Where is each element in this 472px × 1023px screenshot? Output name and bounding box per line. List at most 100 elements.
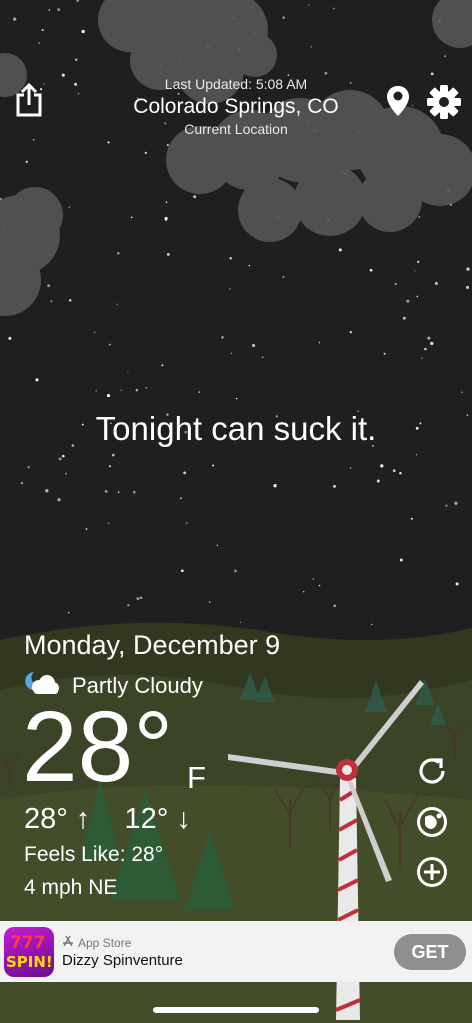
star [312, 578, 315, 580]
star [418, 216, 421, 218]
ad-get-button[interactable]: GET [394, 934, 466, 970]
star [333, 604, 336, 608]
star [112, 453, 115, 457]
home-indicator[interactable] [153, 1007, 319, 1013]
star [93, 331, 96, 334]
star [27, 466, 30, 469]
star [117, 491, 120, 494]
star [454, 501, 458, 505]
wind-speed: 4 mph NE [24, 876, 118, 899]
star [410, 517, 413, 520]
star [135, 389, 138, 392]
star [107, 141, 110, 144]
star [349, 467, 352, 469]
star [282, 275, 285, 278]
star [234, 569, 237, 573]
star [369, 268, 373, 272]
low-temperature: 12° ↓ [124, 803, 191, 835]
star [445, 504, 448, 507]
share-icon[interactable] [12, 82, 46, 118]
star [383, 352, 386, 355]
star [230, 352, 233, 355]
star [50, 300, 53, 303]
ad-thumb-777: 777 [10, 933, 46, 953]
star [68, 298, 72, 302]
star [106, 394, 111, 398]
refresh-icon[interactable] [414, 753, 450, 789]
star [427, 336, 431, 340]
star [132, 490, 136, 494]
temperature-unit[interactable]: F [187, 760, 206, 796]
star [108, 343, 111, 346]
radar-icon[interactable] [414, 804, 450, 840]
star [415, 454, 418, 456]
star [20, 481, 24, 485]
star [239, 621, 242, 624]
star [229, 257, 232, 260]
star [117, 252, 120, 255]
ad-banner[interactable]: 777 SPIN! App Store Dizzy Spinventure GE… [0, 921, 472, 982]
feels-like: Feels Like: 28° [24, 843, 164, 866]
ad-thumb-spin: SPIN! [6, 953, 53, 971]
star [308, 4, 310, 6]
star [229, 288, 231, 290]
star [465, 285, 470, 289]
snarky-quote: Tonight can suck it. [95, 410, 377, 447]
star [185, 522, 188, 524]
location-pin-icon[interactable] [385, 84, 411, 118]
star [127, 371, 129, 373]
high-low-temperatures: 28° ↑ 12° ↓ [24, 803, 191, 836]
star [68, 612, 70, 614]
star [58, 457, 62, 461]
star [370, 623, 373, 626]
app-store-icon [62, 935, 74, 950]
star [68, 206, 71, 209]
star [144, 151, 147, 155]
star [166, 144, 169, 147]
ad-store-name: App Store [78, 935, 132, 950]
star [402, 316, 406, 320]
star [318, 584, 321, 587]
star [212, 464, 215, 467]
star [107, 522, 110, 524]
star [235, 397, 238, 400]
star [198, 391, 201, 393]
star [62, 454, 65, 458]
star [252, 343, 256, 348]
star [38, 42, 40, 44]
star [180, 497, 182, 499]
star [273, 484, 277, 488]
star [47, 284, 51, 288]
star [248, 264, 251, 267]
ad-title[interactable]: Dizzy Spinventure [62, 952, 183, 969]
star [25, 160, 28, 163]
gear-icon[interactable] [426, 84, 462, 120]
plus-circle-icon[interactable] [414, 854, 450, 890]
star [108, 465, 111, 468]
star [376, 479, 380, 483]
star [32, 138, 35, 141]
star [57, 8, 61, 12]
high-temperature: 28° ↑ [24, 803, 91, 835]
star [127, 604, 130, 607]
star [333, 484, 336, 488]
star [74, 58, 78, 61]
star [120, 389, 122, 392]
star [338, 248, 342, 252]
star [208, 601, 211, 603]
star [145, 387, 147, 389]
star [394, 282, 397, 286]
star [318, 341, 321, 344]
star [282, 16, 285, 19]
star [430, 72, 434, 76]
star [136, 597, 140, 601]
star [380, 464, 384, 468]
ad-app-icon[interactable]: 777 SPIN! [4, 927, 54, 977]
star [455, 582, 459, 586]
star [104, 490, 108, 493]
star [416, 295, 419, 298]
star [161, 364, 164, 367]
star [216, 544, 219, 547]
star [41, 28, 44, 32]
star [95, 390, 97, 392]
